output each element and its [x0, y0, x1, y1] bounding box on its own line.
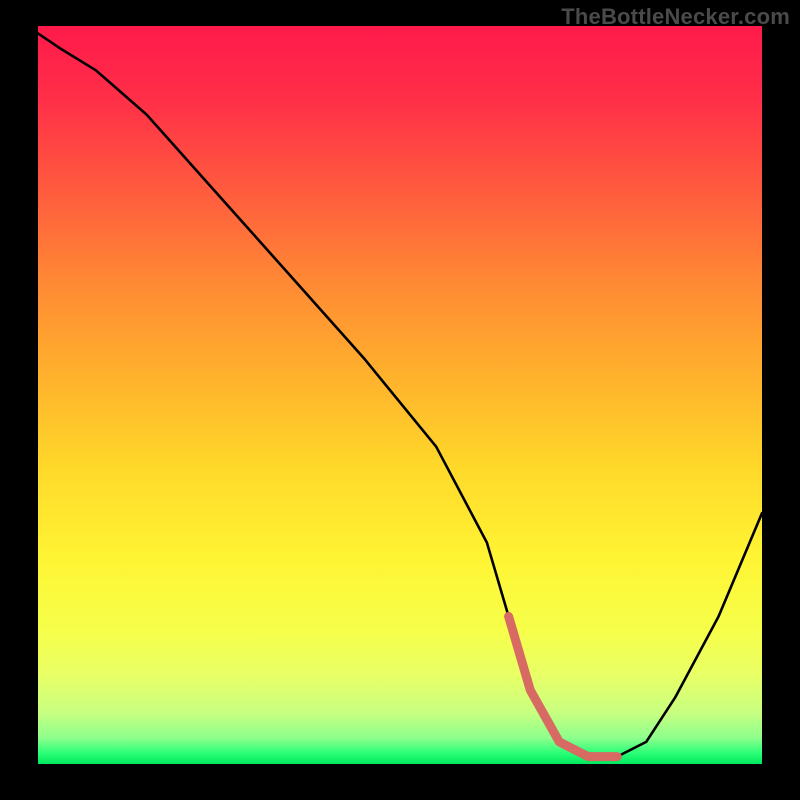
plot-area: [38, 26, 762, 764]
watermark-text: TheBottleNecker.com: [561, 4, 790, 30]
chart-curve-layer: [38, 26, 762, 764]
bottleneck-curve: [38, 33, 762, 756]
minimum-highlight: [509, 616, 618, 756]
chart-frame: TheBottleNecker.com: [0, 0, 800, 800]
